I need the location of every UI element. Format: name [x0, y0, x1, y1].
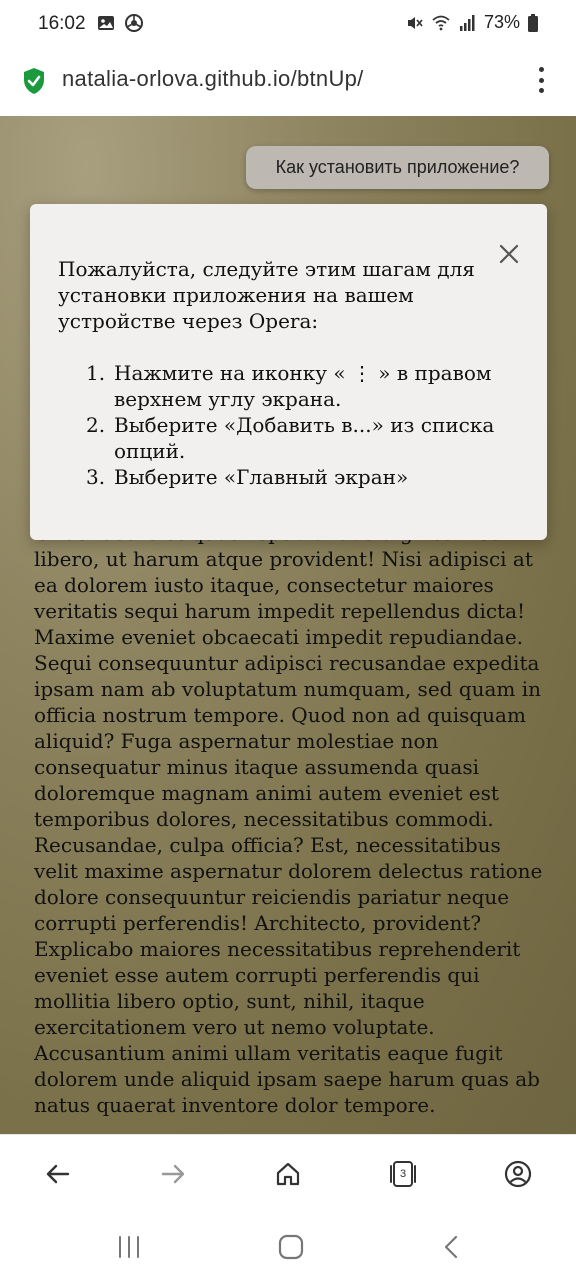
shield-check-icon[interactable] [22, 67, 46, 95]
chrome-icon [125, 14, 143, 32]
address-bar[interactable]: natalia-orlova.github.io/btnUp/ [0, 50, 576, 116]
install-step: 2. Выберите «Добавить в...» из списка оп… [86, 412, 534, 464]
battery-percent: 73% [483, 12, 520, 32]
system-nav-bar [0, 1214, 576, 1280]
back-arrow-icon[interactable] [43, 1159, 73, 1189]
tabs-count: 3 [399, 1168, 407, 1180]
tabs-icon[interactable]: 3 [388, 1159, 418, 1189]
dialog-intro-text: Пожалуйста, следуйте этим шагам для уста… [58, 257, 475, 333]
status-time: 16:02 [38, 13, 86, 34]
back-icon[interactable] [438, 1234, 468, 1260]
gallery-icon [98, 16, 114, 30]
step-text: Выберите «Добавить в...» из списка опций… [114, 413, 495, 463]
recent-apps-icon[interactable] [114, 1234, 144, 1260]
step-number: 3. [86, 465, 106, 489]
step-text: Выберите «Главный экран» [114, 465, 409, 489]
wifi-icon [432, 15, 450, 30]
url-text[interactable]: natalia-orlova.github.io/btnUp/ [62, 66, 364, 92]
home-icon[interactable] [273, 1159, 303, 1189]
account-icon[interactable] [503, 1159, 533, 1189]
install-instructions-dialog: Пожалуйста, следуйте этим шагам для уста… [30, 204, 547, 540]
install-steps-list: 1. Нажмите на иконку « ⋮ » в правом верх… [86, 360, 534, 490]
signal-icon [459, 14, 475, 31]
home-button-icon[interactable] [276, 1234, 306, 1260]
browser-bottom-nav: 3 [0, 1134, 576, 1214]
step-number: 1. [86, 361, 106, 385]
install-step: 1. Нажмите на иконку « ⋮ » в правом верх… [86, 360, 534, 412]
step-number: 2. [86, 413, 106, 437]
install-app-button[interactable]: Как установить приложение? [246, 146, 549, 189]
status-bar: 16:02 73% [0, 0, 576, 50]
mute-icon [407, 16, 423, 29]
status-icons-left [97, 14, 143, 32]
battery-icon [528, 13, 538, 32]
status-icons-right: 73% [406, 12, 538, 33]
body-text: Unde facere et quae repudiandae dignissi… [34, 521, 543, 1117]
install-step: 3. Выберите «Главный экран» [86, 464, 534, 490]
vertical-dots-icon[interactable] [530, 65, 552, 95]
step-text: Нажмите на иконку « ⋮ » в правом верхнем… [114, 361, 492, 411]
forward-arrow-icon[interactable] [158, 1159, 188, 1189]
